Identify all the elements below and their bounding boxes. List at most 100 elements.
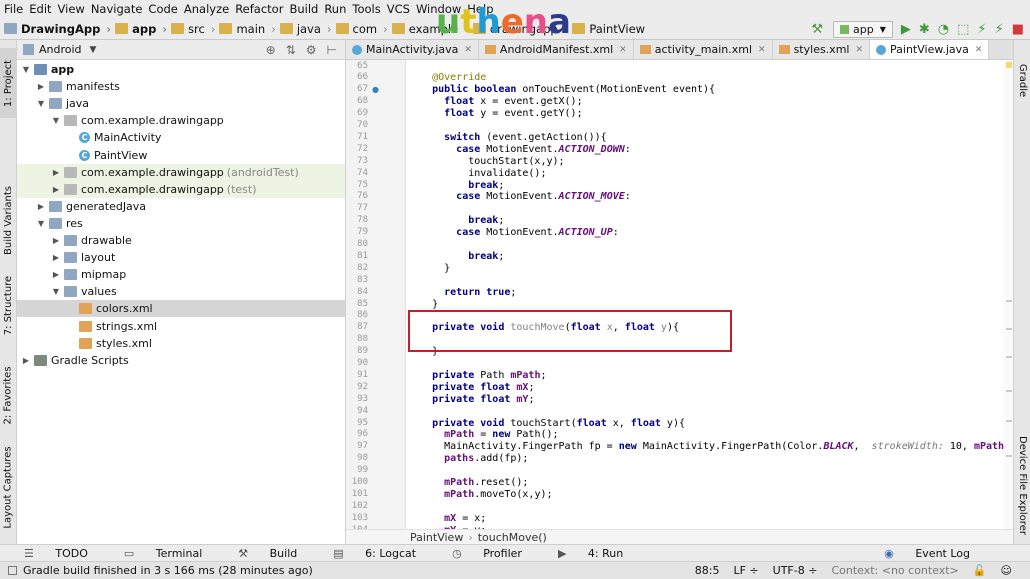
- code-line[interactable]: public boolean onTouchEvent(MotionEvent …: [408, 84, 1008, 96]
- tree-item[interactable]: ▼ app: [17, 61, 345, 78]
- expanded-arrow-icon[interactable]: ▼: [21, 65, 31, 74]
- tool-tab-favorites[interactable]: 2: Favorites: [0, 355, 17, 435]
- code-line[interactable]: [408, 501, 1008, 513]
- tool-tab-build-variants[interactable]: Build Variants: [0, 175, 17, 265]
- code-line[interactable]: [408, 465, 1008, 477]
- tool-tab-todo[interactable]: ☰ TODO: [24, 547, 106, 560]
- tree-item[interactable]: ▼ res: [17, 215, 345, 232]
- tree-item[interactable]: colors.xml: [17, 300, 345, 318]
- tree-item[interactable]: ▶ generatedJava: [17, 198, 345, 215]
- code-line[interactable]: [408, 120, 1008, 132]
- collapsed-arrow-icon[interactable]: ▶: [51, 236, 61, 245]
- tree-item[interactable]: ▼ values: [17, 283, 345, 300]
- tool-tab-project[interactable]: 1: Project: [0, 48, 17, 118]
- breadcrumb-class[interactable]: PaintView: [410, 531, 463, 544]
- tree-item[interactable]: C PaintView: [17, 147, 345, 164]
- scroll-from-source-icon[interactable]: ⊕: [266, 43, 276, 57]
- project-view-select[interactable]: Android: [39, 43, 82, 56]
- code-line[interactable]: [408, 203, 1008, 215]
- tree-item[interactable]: ▼ java: [17, 95, 345, 112]
- code-editor[interactable]: 65 66 @Override 67 public boolean onTouchE…: [346, 60, 1013, 530]
- chevron-down-icon[interactable]: ▼: [90, 45, 97, 55]
- attach-icon[interactable]: ⬚: [957, 22, 969, 37]
- tree-item[interactable]: strings.xml: [17, 318, 345, 335]
- context-indicator[interactable]: Context: <no context>: [831, 564, 958, 577]
- editor-tab[interactable]: activity_main.xml ✕: [633, 40, 773, 59]
- expanded-arrow-icon[interactable]: ▼: [51, 287, 61, 296]
- code-line[interactable]: [408, 358, 1008, 370]
- override-marker-icon[interactable]: ●: [372, 84, 379, 96]
- tool-tab-device-file-explorer[interactable]: Device File Explorer: [1014, 430, 1030, 540]
- breadcrumb-com[interactable]: com ›: [335, 22, 388, 36]
- code-line[interactable]: touchStart(x,y);: [408, 156, 1008, 168]
- breadcrumb-java[interactable]: java ›: [279, 22, 332, 36]
- code-line[interactable]: [408, 406, 1008, 418]
- cursor-position[interactable]: 88:5: [695, 564, 720, 577]
- close-icon[interactable]: ✕: [855, 45, 863, 55]
- menu-item-code[interactable]: Code: [148, 2, 177, 16]
- code-line[interactable]: private float mX;: [408, 382, 1008, 394]
- debug-icon[interactable]: ✱: [919, 22, 930, 37]
- code-line[interactable]: mPath = new Path();: [408, 429, 1008, 441]
- editor-tab[interactable]: MainActivity.java ✕: [346, 40, 479, 59]
- tree-item[interactable]: ▶ com.example.drawingapp (androidTest): [17, 163, 345, 181]
- collapsed-arrow-icon[interactable]: ▶: [51, 168, 61, 177]
- code-line[interactable]: case MotionEvent.ACTION_UP:: [408, 227, 1008, 239]
- tool-tab-terminal[interactable]: ▭ Terminal: [124, 547, 220, 560]
- expanded-arrow-icon[interactable]: ▼: [36, 219, 46, 228]
- code-line[interactable]: private Path mPath;: [408, 370, 1008, 382]
- code-line[interactable]: invalidate();: [408, 168, 1008, 180]
- collapse-all-icon[interactable]: ⇅: [286, 43, 296, 57]
- menu-item-navigate[interactable]: Navigate: [91, 2, 143, 16]
- tool-tab-gradle[interactable]: Gradle: [1014, 50, 1030, 110]
- menu-item-tools[interactable]: Tools: [352, 2, 380, 16]
- code-line[interactable]: switch (event.getAction()){: [408, 132, 1008, 144]
- editor-tab[interactable]: AndroidManifest.xml ✕: [478, 40, 634, 59]
- breadcrumb-drawingapp[interactable]: DrawingApp ›: [4, 22, 111, 36]
- breadcrumb-app[interactable]: app ›: [115, 22, 167, 36]
- code-line[interactable]: MainActivity.FingerPath fp = new MainAct…: [408, 441, 1013, 453]
- tool-tab-build[interactable]: ⚒ Build: [238, 547, 315, 560]
- tree-item[interactable]: ▶ com.example.drawingapp (test): [17, 180, 345, 198]
- profile-icon[interactable]: ◔: [938, 22, 949, 37]
- code-line[interactable]: }: [408, 263, 1008, 275]
- editor-scrollbar[interactable]: [1004, 60, 1013, 530]
- tool-tab-run[interactable]: ▶ 4: Run: [558, 547, 641, 560]
- tool-tab-layout-captures[interactable]: Layout Captures: [0, 440, 17, 535]
- run-icon[interactable]: ▶: [901, 22, 911, 37]
- hammer-icon[interactable]: ⚒: [811, 22, 823, 37]
- tree-item[interactable]: ▶ mipmap: [17, 266, 345, 283]
- code-line[interactable]: mPath.reset();: [408, 477, 1008, 489]
- tree-item[interactable]: ▶ Gradle Scripts: [17, 352, 345, 369]
- menu-item-edit[interactable]: Edit: [29, 2, 51, 16]
- menu-item-vcs[interactable]: VCS: [387, 2, 410, 16]
- code-line[interactable]: private void touchStart(float x, float y…: [408, 418, 1008, 430]
- collapsed-arrow-icon[interactable]: ▶: [51, 185, 61, 194]
- gear-icon[interactable]: ⚙: [306, 43, 317, 57]
- run-config-select[interactable]: app ▼: [833, 20, 893, 38]
- tree-item[interactable]: C MainActivity: [17, 129, 345, 146]
- editor-tab[interactable]: PaintView.java ✕: [870, 40, 990, 59]
- code-line[interactable]: float x = event.getX();: [408, 96, 1008, 108]
- code-line[interactable]: case MotionEvent.ACTION_MOVE:: [408, 191, 1008, 203]
- breadcrumb-paintview[interactable]: PaintView: [572, 22, 645, 36]
- menu-item-view[interactable]: View: [58, 2, 85, 16]
- tree-item[interactable]: ▼ com.example.drawingapp: [17, 112, 345, 129]
- breadcrumb-src[interactable]: src ›: [171, 22, 215, 36]
- collapsed-arrow-icon[interactable]: ▶: [51, 270, 61, 279]
- code-line[interactable]: mPath.moveTo(x,y);: [408, 489, 1008, 501]
- code-line[interactable]: [408, 239, 1008, 251]
- code-line[interactable]: @Override: [408, 72, 1008, 84]
- expanded-arrow-icon[interactable]: ▼: [51, 116, 61, 125]
- collapsed-arrow-icon[interactable]: ▶: [51, 253, 61, 262]
- hide-panel-icon[interactable]: ⊢: [327, 43, 337, 57]
- menu-item-refactor[interactable]: Refactor: [235, 2, 283, 16]
- collapsed-arrow-icon[interactable]: ▶: [21, 356, 31, 365]
- code-line[interactable]: private float mY;: [408, 394, 1008, 406]
- menu-item-file[interactable]: File: [4, 2, 23, 16]
- line-separator[interactable]: LF ÷: [733, 564, 758, 577]
- code-line[interactable]: paths.add(fp);: [408, 453, 1008, 465]
- code-line[interactable]: }: [408, 299, 1008, 311]
- breadcrumb-method[interactable]: touchMove(): [478, 531, 547, 544]
- editor-tab[interactable]: styles.xml ✕: [772, 40, 871, 59]
